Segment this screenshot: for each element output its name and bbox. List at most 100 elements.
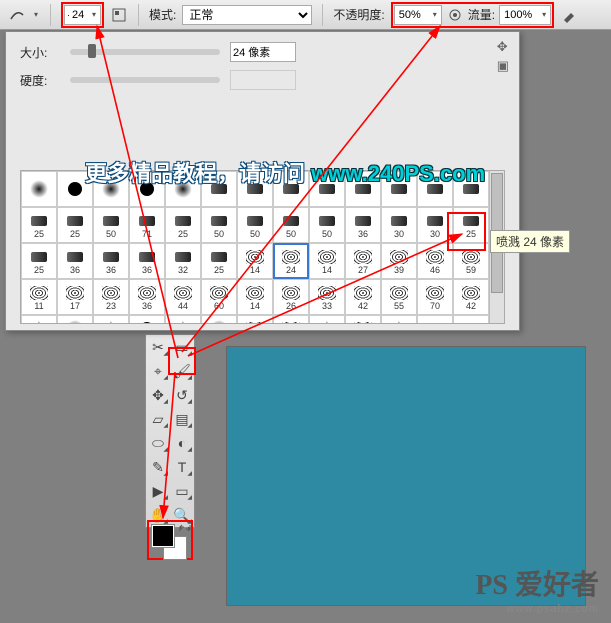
brush-preset-cell[interactable]: 17 (57, 279, 93, 315)
flow-input[interactable] (502, 9, 540, 21)
hardness-value-field (230, 70, 296, 90)
opacity-arrow-icon[interactable]: ▾ (431, 10, 439, 19)
flow-field[interactable]: ▾ (499, 5, 551, 25)
brush-preset-cell[interactable]: 50 (237, 207, 273, 243)
crop-tool[interactable]: ✂◢ (146, 335, 170, 359)
brush-preset-cell[interactable]: 26 (273, 279, 309, 315)
brush-preset-cell[interactable]: ✶33 (309, 315, 345, 323)
brush-preset-cell[interactable]: 36 (345, 207, 381, 243)
pressure-opacity-icon[interactable] (446, 6, 464, 24)
gradient-tool[interactable]: ▤◢ (170, 407, 194, 431)
brush-preset-cell[interactable]: 46 (417, 243, 453, 279)
brush-preset-cell[interactable]: 95 (129, 315, 165, 323)
dodge-tool[interactable]: ◐◢ (170, 431, 194, 455)
brush-arrow-icon[interactable]: ▾ (90, 10, 98, 19)
brush-preset-cell[interactable]: 25 (453, 207, 489, 243)
brush-preset-cell[interactable]: 63 (453, 315, 489, 323)
options-bar: ▾ · ▾ 模式: 正常 不透明度: ▾ 流量: ▾ (0, 0, 611, 30)
type-tool[interactable]: T◢ (170, 455, 194, 479)
brush-preset-cell[interactable]: 25 (21, 207, 57, 243)
brush-preset-cell[interactable]: ✶29 (165, 315, 201, 323)
brush-preset-cell[interactable]: 50 (93, 207, 129, 243)
brush-preset-cell[interactable]: 39 (417, 315, 453, 323)
brush-preset-cell[interactable]: ✶112 (21, 315, 57, 323)
opacity-label: 不透明度: (333, 6, 384, 23)
brush-preset-cell[interactable]: 70 (417, 279, 453, 315)
brush-preset-cell[interactable]: 60 (201, 279, 237, 315)
opacity-field[interactable]: ▾ (394, 5, 442, 25)
brush-preset-cell[interactable]: 39 (381, 243, 417, 279)
brush-preset-cell[interactable]: 23 (93, 279, 129, 315)
tool-preset-arrow-icon[interactable]: ▾ (32, 10, 40, 19)
flow-label: 流量: (468, 6, 495, 23)
pen-tool[interactable]: ✎◢ (146, 455, 170, 479)
eyedropper-tool[interactable]: ⌖◢ (146, 359, 170, 383)
size-value-field[interactable] (230, 42, 296, 62)
brush-preset-cell[interactable]: 32 (165, 243, 201, 279)
brush-preset-cell[interactable]: 25 (201, 243, 237, 279)
shape-tool[interactable]: ▭◢ (170, 479, 194, 503)
size-slider[interactable] (70, 49, 220, 55)
brush-tool[interactable]: 🖌◢ (170, 359, 194, 383)
frame-tool[interactable]: ▭◢ (170, 335, 194, 359)
brush-preset-cell[interactable]: 42 (453, 279, 489, 315)
watermark: PS 爱好者 www.psahz.com (475, 563, 599, 615)
brush-preset-cell[interactable]: 36 (273, 315, 309, 323)
flow-arrow-icon[interactable]: ▾ (540, 10, 548, 19)
brush-grid-container: 2525507125505050503630302525363636322514… (20, 170, 505, 324)
brush-preset-cell[interactable]: 14 (237, 279, 273, 315)
brush-preset-cell[interactable]: ✶66 (381, 315, 417, 323)
brush-preset-cell[interactable]: 25 (21, 243, 57, 279)
brush-preset-cell[interactable]: 14 (309, 243, 345, 279)
foreground-color-swatch[interactable] (151, 524, 175, 548)
brush-preset-cell[interactable]: 55 (381, 279, 417, 315)
brush-preset-cell[interactable]: 44 (165, 279, 201, 315)
airbrush-toggle-icon[interactable] (560, 6, 578, 24)
brush-preset-cell[interactable]: 30 (381, 207, 417, 243)
brush-preset-cell[interactable]: 42 (345, 279, 381, 315)
brush-preset-cell[interactable]: 50 (309, 207, 345, 243)
blend-mode-select[interactable]: 正常 (182, 5, 312, 25)
brush-preset-cell[interactable]: 50 (273, 207, 309, 243)
brush-grid: 2525507125505050503630302525363636322514… (21, 171, 489, 323)
brush-preset-cell[interactable]: 14 (237, 243, 273, 279)
panel-menu-icon[interactable]: ✥ (497, 40, 509, 53)
brush-preset-cell[interactable]: 36 (129, 243, 165, 279)
brush-preset-cell[interactable]: 30 (417, 207, 453, 243)
size-value-input[interactable] (231, 46, 291, 58)
path-select-tool[interactable]: ▶◢ (146, 479, 170, 503)
brush-preset-cell[interactable] (21, 171, 57, 207)
blur-tool[interactable]: ⬭◢ (146, 431, 170, 455)
opacity-input[interactable] (397, 9, 431, 21)
brush-preset-cell[interactable]: 33 (309, 279, 345, 315)
brush-preset-cell[interactable]: 71 (129, 207, 165, 243)
brush-preset-cell[interactable]: 36 (57, 243, 93, 279)
brush-preset-cell[interactable]: 27 (345, 243, 381, 279)
brush-preset-cell[interactable]: 36 (129, 279, 165, 315)
tools-panel: ✂◢▭◢⌖◢🖌◢✥◢↺◢▱◢▤◢⬭◢◐◢✎◢T◢▶◢▭◢✋◢🔍◢ (145, 334, 195, 528)
highlight-brush-picker: · ▾ (61, 2, 104, 28)
brush-preset-cell[interactable]: 36 (93, 243, 129, 279)
brush-preset-picker[interactable]: · ▾ (64, 5, 101, 25)
brush-preset-cell[interactable]: 25 (57, 207, 93, 243)
brush-preset-cell[interactable]: 25 (165, 207, 201, 243)
brush-preset-cell[interactable]: 134 (57, 315, 93, 323)
tool-preset-picker[interactable] (8, 6, 26, 24)
new-preset-icon[interactable]: ▣ (497, 59, 509, 72)
brush-size-readout[interactable] (70, 9, 90, 21)
history-brush-tool[interactable]: ↺◢ (170, 383, 194, 407)
eraser-tool[interactable]: ▱◢ (146, 407, 170, 431)
brush-preset-cell[interactable]: 11 (21, 279, 57, 315)
swap-colors-icon[interactable] (179, 522, 191, 532)
brush-preset-cell[interactable]: 24 (273, 243, 309, 279)
brush-preset-cell[interactable]: 50 (201, 207, 237, 243)
mode-label: 模式: (149, 6, 176, 23)
brush-preset-cell[interactable]: ✶74 (93, 315, 129, 323)
brush-preset-cell[interactable]: 59 (453, 243, 489, 279)
hardness-slider[interactable] (70, 77, 220, 83)
brush-preset-cell[interactable]: 36 (237, 315, 273, 323)
brush-preset-cell[interactable]: 192 (201, 315, 237, 323)
brush-panel-toggle-icon[interactable] (110, 6, 128, 24)
clone-stamp-tool[interactable]: ✥◢ (146, 383, 170, 407)
brush-preset-cell[interactable]: 63 (345, 315, 381, 323)
